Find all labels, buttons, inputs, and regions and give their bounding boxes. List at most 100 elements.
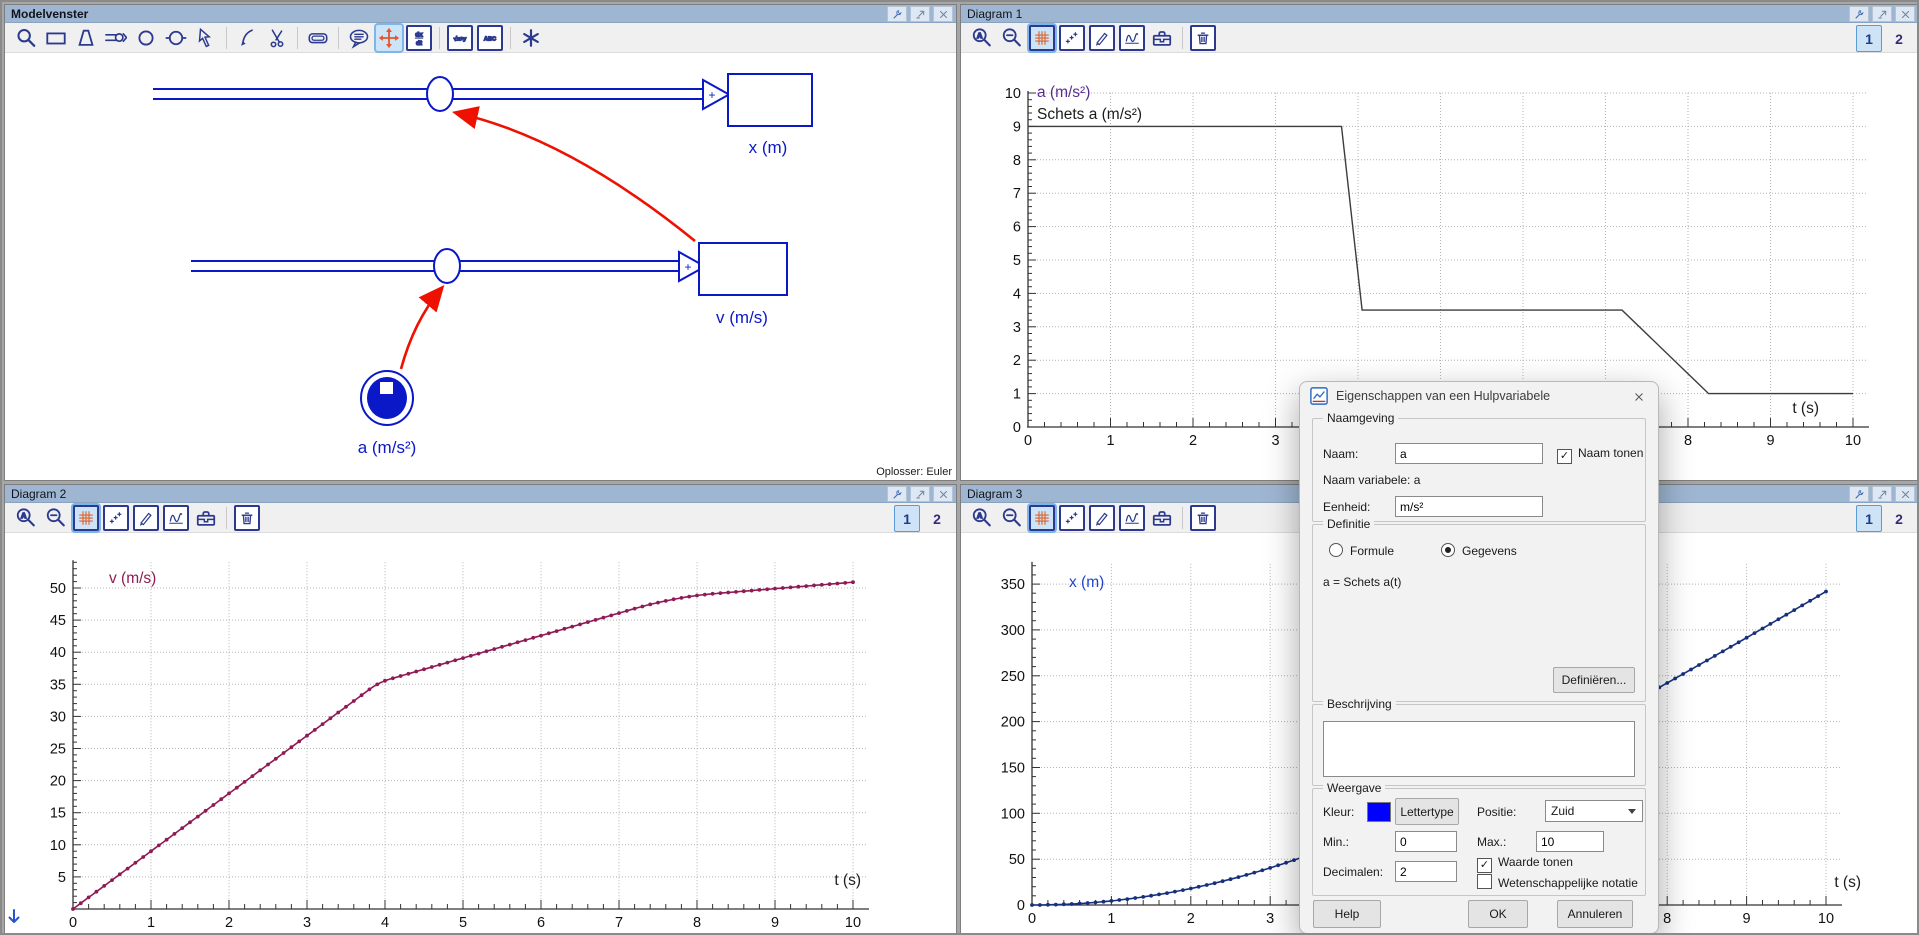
- selection-handle[interactable]: [380, 382, 393, 394]
- popout-window-button[interactable]: [1872, 6, 1892, 22]
- svg-text:0: 0: [1028, 911, 1036, 927]
- toolbar-separator: [1182, 507, 1183, 529]
- page-button-2[interactable]: 2: [924, 505, 950, 532]
- wrench-window-button[interactable]: [887, 486, 907, 502]
- wrench-window-button[interactable]: [1849, 6, 1869, 22]
- relation-arrow-v-to-xflow[interactable]: [457, 113, 695, 241]
- help-button[interactable]: Help: [1313, 900, 1381, 928]
- process-tool-button[interactable]: [1119, 25, 1145, 51]
- chart-diagram2[interactable]: 0123456789105101520253035404550v (m/s)t …: [5, 533, 956, 934]
- grid-tool-button[interactable]: [1029, 25, 1055, 51]
- stock-tool-button[interactable]: [43, 25, 69, 51]
- trash-tool-button[interactable]: [1190, 25, 1216, 51]
- decimalen-input[interactable]: [1395, 861, 1457, 882]
- relation-arrow-a-to-vflow[interactable]: [401, 289, 441, 369]
- dialog-titlebar[interactable]: Eigenschappen van een Hulpvariabele: [1300, 382, 1658, 410]
- wrench-window-button[interactable]: [1849, 486, 1869, 502]
- grid-tool-button[interactable]: [73, 505, 99, 531]
- popout-window-button[interactable]: [910, 486, 930, 502]
- relation-tool-button[interactable]: [193, 25, 219, 51]
- trash-tool-button[interactable]: [234, 505, 260, 531]
- close-icon[interactable]: [1630, 388, 1648, 406]
- min-input[interactable]: [1395, 831, 1457, 852]
- stock-v[interactable]: [699, 243, 787, 295]
- formule-radio[interactable]: Formule: [1329, 543, 1394, 558]
- beschrijving-textarea[interactable]: [1323, 721, 1635, 777]
- ok-button[interactable]: OK: [1468, 900, 1528, 928]
- page-button-1[interactable]: 1: [1856, 25, 1882, 52]
- flow-cone-tool-button[interactable]: [73, 25, 99, 51]
- magnifier-tool-button[interactable]: [13, 25, 39, 51]
- close-window-button[interactable]: [1895, 6, 1915, 22]
- abc-formula-tool-button[interactable]: ABC: [477, 25, 503, 51]
- text-label-tool-button[interactable]: [305, 25, 331, 51]
- color-swatch[interactable]: [1367, 802, 1391, 822]
- page-button-1[interactable]: 1: [1856, 505, 1882, 532]
- trash-tool-button[interactable]: [1190, 505, 1216, 531]
- toolbox-tool-button[interactable]: [1149, 25, 1175, 51]
- popout-window-button[interactable]: [910, 6, 930, 22]
- connector-tool-button[interactable]: [234, 25, 260, 51]
- points-tool-button[interactable]: [1059, 505, 1085, 531]
- checkbox-icon[interactable]: ✓: [1557, 449, 1572, 464]
- naam-tonen-checkbox[interactable]: ✓Naam tonen: [1557, 446, 1643, 464]
- gegevens-radio[interactable]: Gegevens: [1441, 543, 1517, 558]
- radio-icon[interactable]: [1441, 543, 1455, 557]
- checkbox-icon[interactable]: [1477, 874, 1492, 889]
- svg-text:3: 3: [1271, 433, 1279, 449]
- stock-x[interactable]: [728, 74, 812, 126]
- zoom-fit-tool-button[interactable]: A: [13, 505, 39, 531]
- wet-notatie-checkbox[interactable]: Wetenschappelijke notatie: [1477, 874, 1638, 890]
- toolbox-tool-button[interactable]: [1149, 505, 1175, 531]
- naam-input[interactable]: [1395, 443, 1543, 464]
- process-tool-button[interactable]: [1119, 505, 1145, 531]
- derivative-tool-button[interactable]: dxdt: [406, 25, 432, 51]
- sqrt-formula-tool-button[interactable]: √x+y: [447, 25, 473, 51]
- lettertype-button[interactable]: Lettertype: [1395, 798, 1459, 825]
- process-tool-button[interactable]: [163, 505, 189, 531]
- scissors-tool-button[interactable]: [264, 25, 290, 51]
- grid-tool-button[interactable]: [1029, 505, 1055, 531]
- max-input[interactable]: [1536, 831, 1604, 852]
- annuleren-button[interactable]: Annuleren: [1557, 900, 1633, 928]
- pencil-tool-button[interactable]: [1089, 505, 1115, 531]
- diagram1-titlebar[interactable]: Diagram 1: [961, 5, 1918, 23]
- zoom-out-tool-button[interactable]: [999, 25, 1025, 51]
- checkbox-icon[interactable]: ✓: [1477, 858, 1492, 873]
- pencil-tool-button[interactable]: [1089, 25, 1115, 51]
- autoscroll-arrow-icon[interactable]: [7, 909, 21, 930]
- zoom-out-tool-button[interactable]: [43, 505, 69, 531]
- definieren-button[interactable]: Definiëren...: [1553, 667, 1635, 693]
- page-button-1[interactable]: 1: [894, 505, 920, 532]
- model-canvas-area[interactable]: + + x (m) v (m/s) a (m/s²) Oplosser: Eul…: [5, 53, 956, 480]
- close-window-button[interactable]: [1895, 486, 1915, 502]
- auxiliary-tool-button[interactable]: [133, 25, 159, 51]
- eenheid-input[interactable]: [1395, 496, 1543, 517]
- wrench-window-button[interactable]: [887, 6, 907, 22]
- popout-window-button[interactable]: [1872, 486, 1892, 502]
- points-tool-button[interactable]: [103, 505, 129, 531]
- zoom-fit-tool-button[interactable]: A: [969, 505, 995, 531]
- waarde-tonen-checkbox[interactable]: ✓Waarde tonen: [1477, 855, 1573, 873]
- constant-tool-button[interactable]: [163, 25, 189, 51]
- points-tool-button[interactable]: [1059, 25, 1085, 51]
- flow-valve-x[interactable]: [427, 77, 453, 111]
- toolbox-tool-button[interactable]: [193, 505, 219, 531]
- svg-text:5: 5: [58, 870, 66, 886]
- radio-icon[interactable]: [1329, 543, 1343, 557]
- modelvenster-titlebar[interactable]: Modelvenster: [5, 5, 956, 23]
- diagram2-titlebar[interactable]: Diagram 2: [5, 485, 956, 503]
- page-button-2[interactable]: 2: [1886, 25, 1912, 52]
- asterisk-tool-button[interactable]: [518, 25, 544, 51]
- page-button-2[interactable]: 2: [1886, 505, 1912, 532]
- close-window-button[interactable]: [933, 6, 953, 22]
- comment-tool-button[interactable]: [346, 25, 372, 51]
- flow-valve-tool-button[interactable]: [103, 25, 129, 51]
- zoom-fit-tool-button[interactable]: A: [969, 25, 995, 51]
- pencil-tool-button[interactable]: [133, 505, 159, 531]
- close-window-button[interactable]: [933, 486, 953, 502]
- move-tool-button[interactable]: [376, 25, 402, 51]
- flow-valve-v[interactable]: [434, 249, 460, 283]
- positie-select[interactable]: Zuid: [1545, 800, 1643, 822]
- zoom-out-tool-button[interactable]: [999, 505, 1025, 531]
